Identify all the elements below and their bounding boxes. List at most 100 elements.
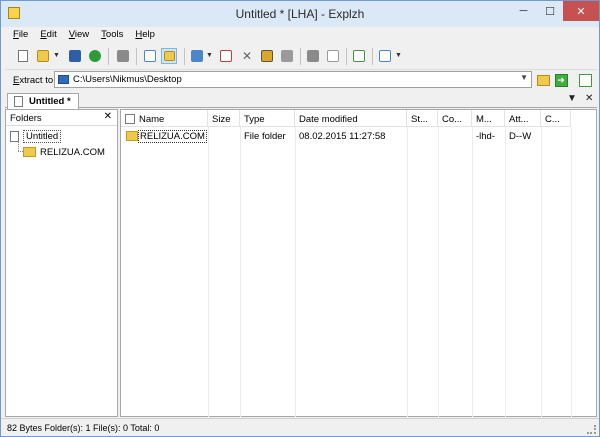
column-divider xyxy=(505,127,506,417)
title-bar[interactable]: Untitled * [LHA] - Explzh ─ ☐ ✕ xyxy=(1,1,599,27)
extract-options-button[interactable] xyxy=(577,72,593,88)
tree-connector xyxy=(18,142,19,151)
extract-to-label: Extract to xyxy=(13,75,53,86)
select-all-checkbox[interactable] xyxy=(125,114,135,124)
column-header-size[interactable]: Size xyxy=(208,110,240,127)
tab-close-button[interactable]: ✕ xyxy=(585,93,593,104)
extract-path-value: C:\Users\Nikmus\Desktop xyxy=(73,74,182,85)
column-divider xyxy=(541,127,542,417)
column-divider xyxy=(407,127,408,417)
tab-strip: Untitled * ▼ ✕ xyxy=(5,93,597,109)
file-list: Name Size Type Date modified St... Co...… xyxy=(120,109,597,417)
extract-go-button[interactable]: ➜ xyxy=(553,72,569,88)
extract-icon[interactable] xyxy=(115,48,131,64)
open-folder-icon[interactable] xyxy=(161,48,177,64)
close-button[interactable]: ✕ xyxy=(563,1,599,21)
rename-icon[interactable] xyxy=(325,48,341,64)
row-mode: -lhd- xyxy=(476,131,496,142)
tab-list-dropdown[interactable]: ▼ xyxy=(567,93,577,104)
toolbar: ▼ ▼ ✕ ▼ xyxy=(5,45,597,69)
tree-node-label: RELIZUA.COM xyxy=(40,146,105,158)
menu-file[interactable]: File xyxy=(7,27,34,43)
archive-doc-icon xyxy=(14,96,23,107)
row-attributes: D--W xyxy=(509,131,532,142)
comment-icon[interactable] xyxy=(142,48,158,64)
menu-help[interactable]: Help xyxy=(129,27,161,43)
folder-icon xyxy=(126,131,138,141)
paste-icon[interactable] xyxy=(279,48,295,64)
delete-file-icon[interactable] xyxy=(218,48,234,64)
column-divider xyxy=(208,127,209,417)
open-dropdown-icon[interactable]: ▼ xyxy=(53,52,60,59)
column-header-name[interactable]: Name xyxy=(121,110,208,127)
open-archive-icon[interactable] xyxy=(35,48,51,64)
toolbar-separator xyxy=(136,48,137,65)
toolbar-separator xyxy=(346,48,347,65)
column-header-status[interactable]: St... xyxy=(407,110,438,127)
status-bar: 82 Bytes Folder(s): 1 File(s): 0 Total: … xyxy=(1,418,599,436)
cut-icon[interactable]: ✕ xyxy=(239,48,255,64)
folders-pane: Folders ✕ Untitled RELIZUA.COM xyxy=(5,109,118,417)
tree-node-untitled[interactable]: Untitled xyxy=(10,129,62,143)
toolbar-separator xyxy=(372,48,373,65)
resize-grip-icon[interactable] xyxy=(587,425,596,434)
maximize-button[interactable]: ☐ xyxy=(537,1,563,21)
tag-icon[interactable] xyxy=(305,48,321,64)
extract-path-combobox[interactable]: C:\Users\Nikmus\Desktop ▼ xyxy=(54,71,532,88)
drive-icon xyxy=(58,75,69,84)
view-dropdown-icon[interactable]: ▼ xyxy=(395,52,402,59)
row-type: File folder xyxy=(244,131,286,142)
new-archive-icon[interactable] xyxy=(15,48,31,64)
save-icon[interactable] xyxy=(67,48,83,64)
lha-convert-icon[interactable] xyxy=(87,48,103,64)
column-header-compressed[interactable]: Co... xyxy=(438,110,472,127)
folders-close-button[interactable]: ✕ xyxy=(104,111,112,122)
column-header-attributes[interactable]: Att... xyxy=(505,110,541,127)
menu-edit-label: dit xyxy=(46,29,57,40)
column-divider xyxy=(295,127,296,417)
browse-folder-button[interactable] xyxy=(535,72,551,88)
archive-doc-icon xyxy=(10,130,19,142)
column-divider xyxy=(240,127,241,417)
tree-node-relizua[interactable]: RELIZUA.COM xyxy=(23,145,105,159)
menu-tools[interactable]: Tools xyxy=(95,27,129,43)
folders-title: Folders xyxy=(10,113,42,124)
row-date: 08.02.2015 11:27:58 xyxy=(299,131,386,142)
column-header-mode[interactable]: M... xyxy=(472,110,505,127)
folder-icon xyxy=(23,147,36,157)
toolbar-separator xyxy=(108,48,109,65)
tab-untitled[interactable]: Untitled * xyxy=(7,93,79,109)
view-list-icon[interactable] xyxy=(377,48,393,64)
extract-bar: Extract to C:\Users\Nikmus\Desktop ▼ ➜ xyxy=(5,69,597,89)
folders-header: Folders ✕ xyxy=(6,110,117,126)
menu-tools-label: ools xyxy=(105,29,124,40)
column-header-date[interactable]: Date modified xyxy=(295,110,407,127)
column-header-c[interactable]: C... xyxy=(541,110,571,127)
minimize-button[interactable]: ─ xyxy=(510,1,537,21)
main-window: Untitled * [LHA] - Explzh ─ ☐ ✕ File Edi… xyxy=(0,0,600,437)
chevron-down-icon[interactable]: ▼ xyxy=(520,73,528,82)
menu-bar: File Edit View Tools Help xyxy=(7,27,161,43)
menu-view[interactable]: View xyxy=(63,27,95,43)
add-files-icon[interactable] xyxy=(189,48,205,64)
status-text: 82 Bytes Folder(s): 1 File(s): 0 Total: … xyxy=(7,423,160,433)
properties-icon[interactable] xyxy=(351,48,367,64)
add-dropdown-icon[interactable]: ▼ xyxy=(206,52,213,59)
tab-label: Untitled * xyxy=(29,96,71,107)
extract-to-text: xtract to xyxy=(19,75,54,86)
copy-icon[interactable] xyxy=(259,48,275,64)
column-header-label: Name xyxy=(139,114,165,125)
column-header-type[interactable]: Type xyxy=(240,110,295,127)
toolbar-separator xyxy=(184,48,185,65)
row-name-text: RELIZUA.COM xyxy=(138,130,207,143)
tree-node-label: Untitled xyxy=(23,129,62,143)
column-divider xyxy=(571,127,572,417)
menu-view-label: iew xyxy=(74,29,90,40)
column-divider xyxy=(472,127,473,417)
row-name[interactable]: RELIZUA.COM xyxy=(138,130,207,143)
column-divider xyxy=(438,127,439,417)
menu-help-label: elp xyxy=(142,29,155,40)
menu-edit[interactable]: Edit xyxy=(34,27,62,43)
menu-file-label: ile xyxy=(18,29,29,40)
toolbar-separator xyxy=(300,48,301,65)
